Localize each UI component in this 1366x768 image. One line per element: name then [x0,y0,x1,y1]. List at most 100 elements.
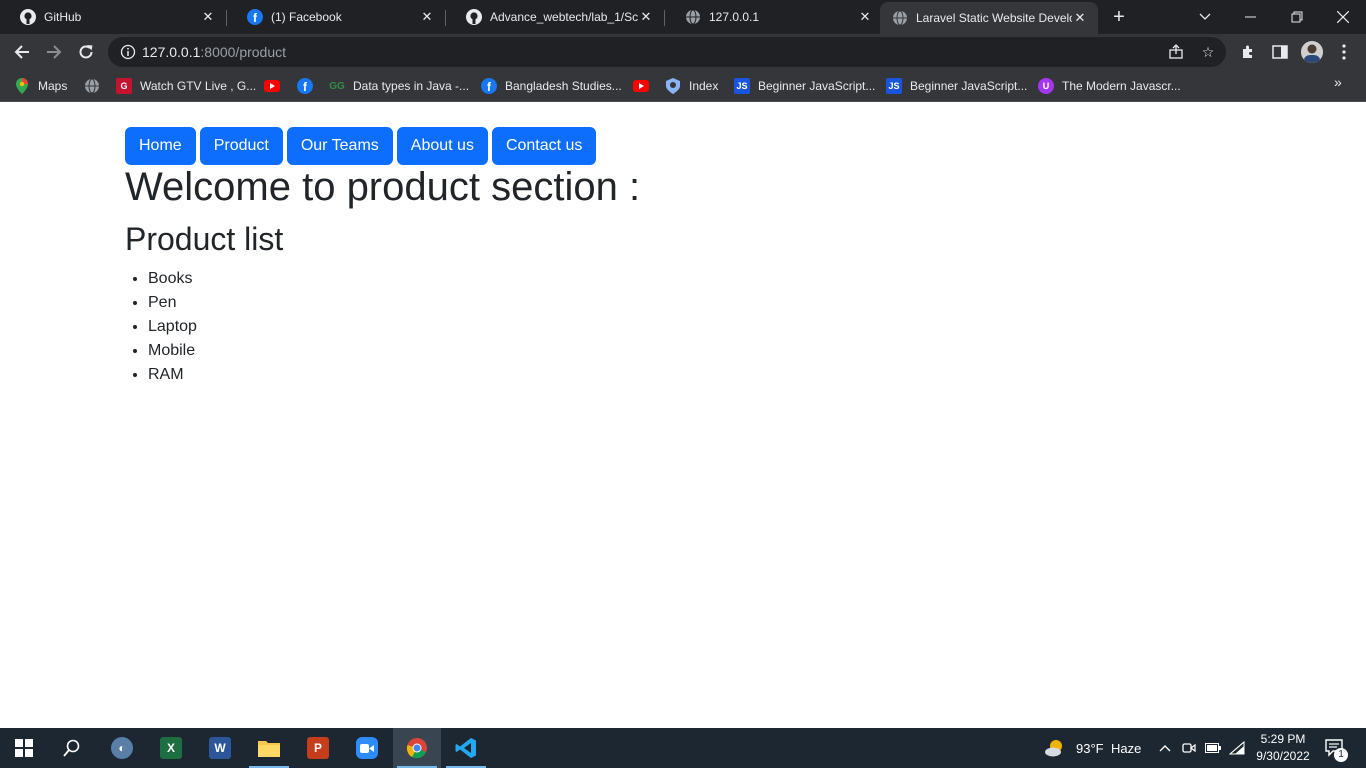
close-icon[interactable]: ✕ [1072,10,1088,26]
bookmark-youtube-2[interactable] [633,76,657,96]
youtube-icon [633,78,649,94]
bookmarks-overflow-button[interactable]: » [1334,74,1342,90]
tab-title: (1) Facebook [271,10,342,24]
facebook-icon: f [247,9,263,25]
list-item: Pen [148,291,197,315]
tab-github[interactable]: GitHub ✕ [0,0,226,34]
excel-icon[interactable]: X [147,728,195,768]
nav-about-us-button[interactable]: About us [396,127,488,165]
product-list: Books Pen Laptop Mobile RAM [148,267,197,387]
bookmark-label: Index [689,79,719,93]
search-icon[interactable] [48,728,96,768]
chevron-up-icon[interactable] [1156,739,1174,757]
bookmark-index[interactable]: Index [665,76,718,96]
js-icon: JS [734,78,750,94]
list-item: RAM [148,363,197,387]
bookmark-bangladesh-studies[interactable]: f Bangladesh Studies... [481,76,622,96]
close-window-icon[interactable] [1320,0,1366,34]
address-bar[interactable]: 127.0.0.1:8000/product ☆ [108,37,1226,67]
globe-icon [685,9,701,25]
system-clock[interactable]: 5:29 PM 9/30/2022 [1252,731,1314,765]
windows-taskbar: ◐ X W P 93°F Haze 5:29 PM 9/30/2022 1 [0,728,1366,768]
tab-localhost[interactable]: 127.0.0.1 ✕ [665,0,883,34]
bookmark-java-datatypes[interactable]: GG Data types in Java -... [329,76,469,96]
page-title: Welcome to product section : [125,165,641,209]
list-item: Books [148,267,197,291]
gtv-icon: G [116,78,132,94]
youtube-icon [264,78,280,94]
globe-icon [892,10,908,26]
browser-toolbar: 127.0.0.1:8000/product ☆ [0,34,1366,70]
bookmark-gtv[interactable]: G Watch GTV Live , G... [116,76,256,96]
menu-kebab-icon[interactable] [1334,42,1354,62]
bookmark-beginner-js-2[interactable]: JS Beginner JavaScript... [886,76,1027,96]
start-icon[interactable] [0,728,48,768]
back-icon[interactable] [8,38,36,66]
geeksforgeeks-icon: GG [329,80,345,92]
meet-now-icon[interactable] [1180,739,1198,757]
wifi-icon[interactable] [1228,739,1246,757]
vscode-icon[interactable] [442,728,490,768]
tab-facebook[interactable]: f (1) Facebook ✕ [227,0,445,34]
side-panel-icon[interactable] [1270,42,1290,62]
url-host: 127.0.0.1 [142,44,201,60]
profile-avatar[interactable] [1301,41,1323,63]
bookmark-label: Bangladesh Studies... [505,79,622,93]
tab-advance-webtech[interactable]: Advance_webtech/lab_1/Scre ✕ [446,0,664,34]
weather-icon[interactable] [1044,737,1066,759]
bookmark-facebook[interactable]: f [297,76,321,96]
js-icon: JS [886,78,902,94]
close-icon[interactable]: ✕ [200,9,216,25]
weather-temperature: 93°F [1076,741,1104,756]
bookmark-youtube[interactable] [264,76,288,96]
url-path: :8000/product [200,44,287,60]
address-url: 127.0.0.1:8000/product [142,44,286,60]
close-icon[interactable]: ✕ [857,9,873,25]
globe-icon [84,78,100,94]
bookmark-label: Beginner JavaScript... [758,79,876,93]
word-icon[interactable]: W [196,728,244,768]
bookmark-globe[interactable] [84,76,108,96]
bookmark-beginner-js-1[interactable]: JS Beginner JavaScript... [734,76,875,96]
maps-icon [14,78,30,94]
reload-icon[interactable] [72,38,100,66]
notification-count-badge: 1 [1334,748,1348,762]
clock-time: 5:29 PM [1260,732,1306,746]
site-info-icon[interactable] [120,44,136,60]
nav-home-button[interactable]: Home [125,127,196,165]
restore-icon[interactable] [1274,0,1320,34]
list-item: Mobile [148,339,197,363]
bookmark-label: Beginner JavaScript... [910,79,1028,93]
tab-title: GitHub [44,10,82,24]
forward-icon[interactable] [40,38,68,66]
file-explorer-icon[interactable] [245,728,293,768]
bookmark-label: Watch GTV Live , G... [140,79,257,93]
nav-product-button[interactable]: Product [199,127,283,165]
powerpoint-icon[interactable]: P [294,728,342,768]
browser-tab-strip: GitHub ✕ f (1) Facebook ✕ Advance_webtec… [0,0,1366,34]
bookmark-star-icon[interactable]: ☆ [1198,42,1218,62]
weather-condition: Haze [1111,741,1142,756]
minimize-icon[interactable] [1228,0,1274,34]
share-icon[interactable] [1166,42,1186,62]
list-item: Laptop [148,315,197,339]
nav-our-teams-button[interactable]: Our Teams [286,127,393,165]
zoom-icon[interactable] [343,728,391,768]
clock-date: 9/30/2022 [1256,749,1310,763]
nav-contact-us-button[interactable]: Contact us [491,127,597,165]
close-icon[interactable]: ✕ [419,9,435,25]
battery-icon[interactable] [1204,739,1222,757]
extensions-icon[interactable] [1238,42,1258,62]
github-icon [466,9,482,25]
new-tab-button[interactable]: + [1108,6,1130,28]
tab-laravel-active[interactable]: Laravel Static Website Develo ✕ [880,2,1098,34]
facebook-icon: f [297,78,313,94]
chrome-icon[interactable] [393,728,441,768]
tab-title: Advance_webtech/lab_1/Scre [490,10,638,24]
close-icon[interactable]: ✕ [638,9,654,25]
bookmark-maps[interactable]: Maps [14,76,67,96]
tab-search-icon[interactable] [1182,0,1228,34]
bookmark-modern-javascript[interactable]: U The Modern Javascr... [1038,76,1181,96]
app-icon[interactable]: ◐ [98,728,146,768]
site-nav: Home Product Our Teams About us Contact … [125,127,597,165]
